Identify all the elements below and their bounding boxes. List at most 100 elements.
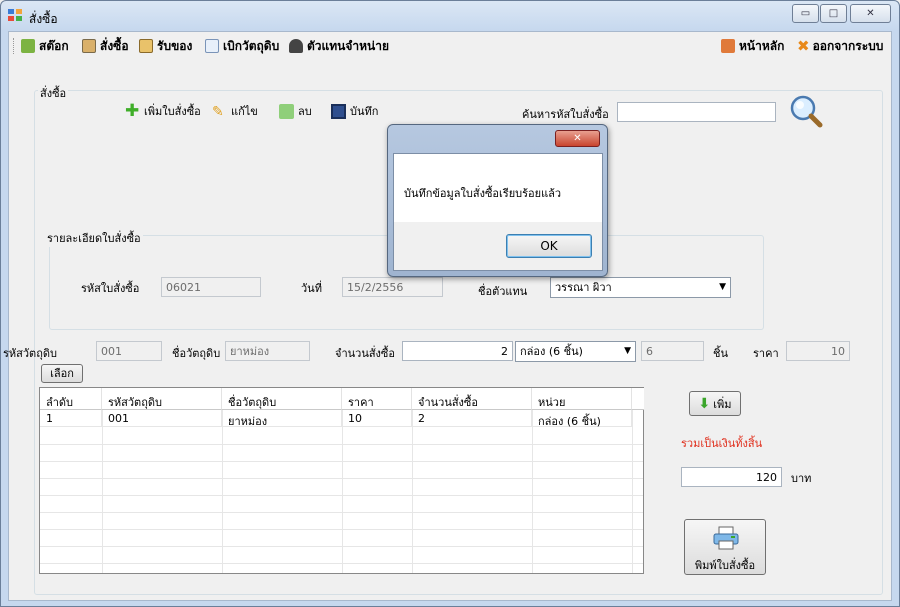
save-button[interactable]: บันทึก [331,102,378,120]
close-icon: ✕ [866,8,875,19]
edit-label: แก้ไข [231,105,258,118]
grid-cell[interactable]: 1 [40,410,102,427]
total-field[interactable]: 120 [681,467,782,487]
detail-group-label: รายละเอียดใบสั่งซื้อ [45,229,143,247]
grid-cell[interactable]: 2 [412,410,532,427]
menu-home[interactable]: หน้าหลัก [721,37,784,55]
menu-order-label: สั่งซื้อ [100,38,129,53]
chevron-down-icon: ▼ [719,282,726,292]
currency-label: บาท [791,472,812,485]
unit-select[interactable]: กล่อง (6 ชิ้น) ▼ [515,341,636,362]
material-name-label: ชื่อวัตถุดิบ [172,347,221,360]
grid-vline [222,410,223,573]
dialog-close-button[interactable]: ✕ [555,130,600,147]
grid-header-material-id[interactable]: รหัสวัตถุดิบ [102,388,222,410]
client-area: สต๊อก สั่งซื้อ รับของ เบิกวัตถุดิบ ตัวแท… [3,31,892,601]
print-order-button[interactable]: พิมพ์ใบสั่งซื้อ [684,519,766,575]
minimize-icon: ▭ [800,8,811,19]
grid-header-price[interactable]: ราคา [342,388,412,410]
printer-icon [713,526,739,550]
menu-stock[interactable]: สต๊อก [21,37,69,55]
pieces-field[interactable]: 6 [641,341,704,361]
message-dialog[interactable]: ✕ บันทึกข้อมูลใบสั่งซื้อเรียบร้อยแล้ว OK [387,124,608,277]
menu-grip [13,38,15,54]
menu-logout[interactable]: ✖ ออกจากระบบ [797,37,883,55]
grid-vline [412,410,413,573]
title-bar[interactable]: สั่งซื้อ ▭ □ ✕ [1,1,899,31]
grid-cell[interactable]: 10 [342,410,412,427]
exit-icon: ✖ [797,37,810,55]
qty-label: จำนวนสั่งซื้อ [335,347,395,360]
clipboard-icon [82,39,96,53]
app-window: สั่งซื้อ ▭ □ ✕ สต๊อก สั่งซื้อ รับของ เบิ… [0,0,900,607]
search-icon[interactable] [789,94,823,128]
add-item-button[interactable]: ⬇ เพิ่ม [689,391,741,416]
order-items-grid[interactable]: ลำดับ รหัสวัตถุดิบ ชื่อวัตถุดิบ ราคา จำน… [39,387,644,574]
add-item-label: เพิ่ม [713,397,732,411]
edit-button[interactable]: ✎ แก้ไข [212,102,258,120]
menu-withdraw[interactable]: เบิกวัตถุดิบ [205,37,279,55]
menu-stock-label: สต๊อก [39,38,69,53]
arrow-down-icon: ⬇ [698,395,711,412]
pencil-icon: ✎ [212,103,224,120]
material-id-label: รหัสวัตถุดิบ [3,347,57,360]
select-button[interactable]: เลือก [41,364,83,383]
floppy-icon [331,103,346,119]
menu-receive-label: รับของ [157,38,193,53]
stock-icon [21,39,35,53]
person-icon [289,39,303,53]
window-title: สั่งซื้อ [29,12,58,26]
date-label: วันที่ [301,282,322,295]
qty-field[interactable]: 2 [402,341,513,361]
total-label: รวมเป็นเงินทั้งสิ้น [681,437,763,450]
menu-order[interactable]: สั่งซื้อ [82,37,129,55]
grid-header-qty[interactable]: จำนวนสั่งซื้อ [412,388,532,410]
dialog-footer: OK [394,222,602,270]
pieces-unit-label: ชิ้น [713,347,728,360]
agent-value: วรรณา ผิวา [555,281,612,294]
close-icon: ✕ [573,133,582,144]
close-button[interactable]: ✕ [850,4,891,23]
grid-vline [532,410,533,573]
grid-cell[interactable]: 001 [102,410,222,427]
menu-agent[interactable]: ตัวแทนจำหน่าย [289,37,389,55]
delete-button[interactable]: ลบ [279,102,312,120]
grid-vline [632,410,633,573]
material-id-field[interactable]: 001 [96,341,162,361]
unit-value: กล่อง (6 ชิ้น) [520,345,583,358]
maximize-button[interactable]: □ [820,4,847,23]
grid-header-unit[interactable]: หน่วย [532,388,632,410]
search-label: ค้นหารหัสใบสั่งซื้อ [522,108,609,121]
price-field[interactable]: 10 [786,341,850,361]
trash-icon [279,103,294,119]
grid-header-filler [632,388,644,410]
price-label: ราคา [753,347,779,360]
menu-home-label: หน้าหลัก [739,38,785,53]
home-icon [721,39,735,53]
menu-logout-label: ออกจากระบบ [812,38,884,53]
order-id-label: รหัสใบสั่งซื้อ [81,282,140,295]
dialog-message: บันทึกข้อมูลใบสั่งซื้อเรียบร้อยแล้ว [404,187,562,200]
menu-withdraw-label: เบิกวัตถุดิบ [223,38,280,53]
agent-select[interactable]: วรรณา ผิวา ▼ [550,277,731,298]
chevron-down-icon: ▼ [624,346,631,356]
grid-cell[interactable]: ยาหม่อง [222,410,342,428]
grid-header-material-name[interactable]: ชื่อวัตถุดิบ [222,388,342,410]
minimize-button[interactable]: ▭ [792,4,819,23]
receive-icon [139,39,153,53]
print-order-label: พิมพ์ใบสั่งซื้อ [694,559,756,572]
search-input[interactable] [617,102,776,122]
menu-agent-label: ตัวแทนจำหน่าย [307,38,390,53]
order-id-field[interactable]: 06021 [161,277,261,297]
grid-vline [102,410,103,573]
maximize-icon: □ [828,8,839,19]
grid-cell[interactable]: กล่อง (6 ชิ้น) [532,410,632,428]
new-order-button[interactable]: ✚ เพิ่มใบสั่งซื้อ [125,102,201,120]
grid-header-seq[interactable]: ลำดับ [40,388,102,410]
dialog-ok-button[interactable]: OK [506,234,592,258]
date-field[interactable]: 15/2/2556 [342,277,443,297]
menu-receive[interactable]: รับของ [139,37,192,55]
material-name-field[interactable]: ยาหม่อง [225,341,310,361]
order-group-label: สั่งซื้อ [38,84,69,102]
document-icon [205,39,219,53]
